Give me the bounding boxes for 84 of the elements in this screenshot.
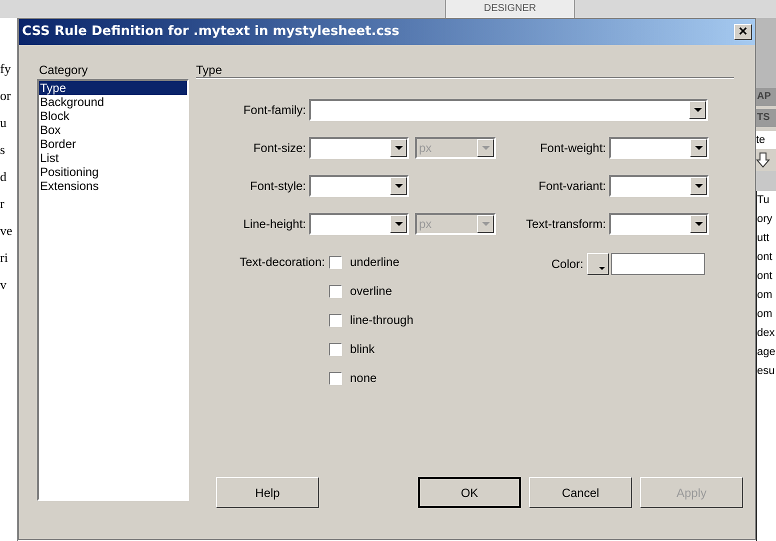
dropdown[interactable] (609, 175, 709, 197)
dialog-button[interactable]: Cancel (529, 477, 632, 508)
triangle-down-icon (394, 184, 402, 188)
text-fragment: ve (0, 222, 14, 240)
triangle-down-icon (394, 222, 402, 226)
dialog-button[interactable]: OK (418, 477, 521, 508)
file-name-fragment[interactable]: utt (757, 229, 776, 248)
file-name-fragment[interactable]: om (757, 305, 776, 324)
dropdown[interactable] (309, 213, 409, 235)
dropdown-arrow-button[interactable] (390, 177, 407, 195)
panel-header (756, 18, 776, 88)
field-label: Font-family: (242, 102, 307, 119)
dropdown-arrow-button[interactable] (390, 139, 407, 157)
category-item[interactable]: Type (39, 81, 187, 95)
category-item[interactable]: List (39, 151, 187, 165)
dropdown[interactable] (609, 137, 709, 159)
field-label: Font-variant: (538, 178, 607, 195)
checkbox-label[interactable]: underline (350, 253, 400, 271)
triangle-down-icon (694, 146, 702, 150)
dropdown-arrow-button[interactable] (390, 215, 407, 233)
dropdown-arrow-button[interactable] (690, 215, 707, 233)
category-item[interactable]: Box (39, 123, 187, 137)
text-fragment: or (0, 87, 12, 105)
file-name-fragment[interactable]: ont (757, 267, 776, 286)
checkbox-label[interactable]: blink (350, 340, 375, 358)
triangle-down-icon (394, 146, 402, 150)
category-item[interactable]: Positioning (39, 165, 187, 179)
dropdown-arrow-button[interactable] (690, 139, 707, 157)
triangle-down-icon (482, 222, 490, 226)
checkbox[interactable] (329, 284, 342, 298)
field-label: Line-height: (242, 216, 307, 233)
checkbox[interactable] (329, 372, 342, 384)
dropdown[interactable] (609, 213, 709, 235)
text-fragment: s (0, 141, 6, 159)
checkbox-label[interactable]: overline (350, 282, 392, 300)
triangle-down-icon (694, 108, 702, 112)
window-title: CSS Rule Definition for .mytext in mystylesheet.css (22, 23, 400, 42)
font-family-dropdown[interactable] (309, 99, 708, 121)
text-fragment: d (0, 168, 8, 186)
field-label: Color: (551, 256, 584, 273)
close-button[interactable]: × (734, 24, 752, 40)
checkbox[interactable] (329, 342, 342, 356)
field-label: Font-style: (248, 178, 307, 195)
triangle-down-icon (694, 222, 702, 226)
text-fragment: fy (0, 60, 12, 78)
file-name-fragment[interactable]: ory (757, 210, 776, 229)
dialog-button[interactable]: Help (216, 477, 319, 508)
category-item[interactable]: Block (39, 109, 187, 123)
checkbox-label[interactable]: none (350, 369, 377, 387)
category-item[interactable]: Border (39, 137, 187, 151)
panel-title: Type (196, 62, 224, 77)
file-name-fragment[interactable]: dex (757, 324, 776, 343)
field-label: Text-decoration: (240, 254, 325, 271)
file-name-fragment[interactable]: Tu (757, 191, 776, 210)
color-picker-button[interactable] (587, 253, 610, 275)
triangle-down-icon (599, 267, 606, 271)
file-name-fragment[interactable]: om (757, 286, 776, 305)
text-fragment: u (0, 114, 8, 132)
text-fragment: v (0, 276, 8, 294)
dropdown-arrow-button[interactable] (689, 101, 706, 119)
checkbox[interactable] (329, 314, 342, 326)
checkbox[interactable] (329, 256, 342, 268)
file-name-fragment[interactable]: ont (757, 248, 776, 267)
color-field[interactable] (611, 253, 706, 275)
file-name-fragment[interactable]: esu (757, 362, 776, 381)
dropdown-arrow-button[interactable] (690, 177, 707, 195)
text-field[interactable]: te (756, 131, 776, 149)
tab[interactable]: DESIGNER (445, 0, 575, 18)
text-fragment: ri (0, 249, 9, 267)
field-label: Text-transform: (524, 216, 607, 233)
category-item[interactable]: Extensions (39, 179, 187, 193)
field-label: Font-size: (252, 140, 307, 157)
field-label: Font-weight: (538, 140, 607, 157)
dropdown[interactable] (309, 175, 409, 197)
triangle-down-icon (694, 184, 702, 188)
category-item[interactable]: Background (39, 95, 187, 109)
text-fragment: r (0, 195, 6, 213)
down-arrow-icon[interactable] (756, 152, 770, 168)
category-list[interactable]: Type Background Block Box Border List Positioning Extensions (37, 79, 189, 501)
file-name-fragment[interactable]: age (757, 343, 776, 362)
dropdown[interactable] (309, 137, 409, 159)
checkbox-label[interactable]: line-through (350, 311, 414, 329)
category-label: Category (39, 62, 89, 77)
triangle-down-icon (482, 146, 490, 150)
